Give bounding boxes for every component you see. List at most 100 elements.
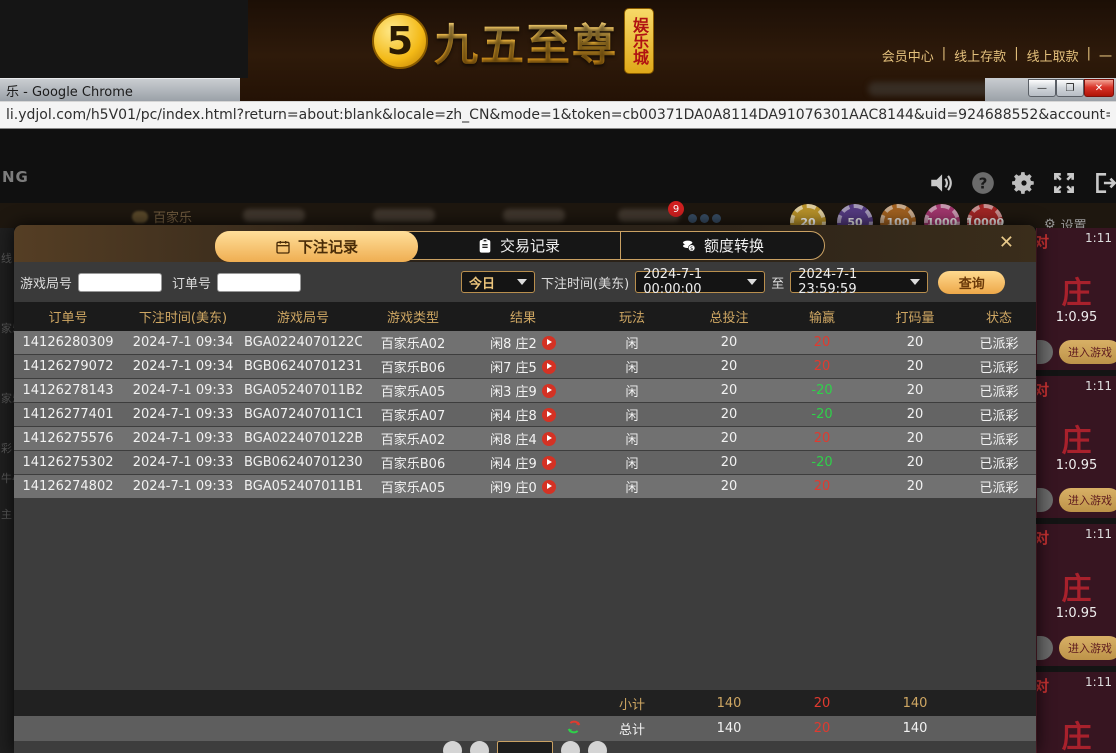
date-to-value: 2024-7-1 23:59:59: [798, 267, 903, 297]
cell-total-bet: 20: [682, 455, 776, 470]
table-row[interactable]: 14126280309 2024-7-1 09:34 BGA0224070122…: [14, 331, 1036, 354]
side-bet-card[interactable]: 对1:11庄1:0.95进入游戏: [1036, 228, 1116, 370]
subtotal-bet: 140: [682, 696, 776, 711]
tab-transaction-records[interactable]: 交易记录: [417, 232, 621, 259]
table-row[interactable]: 14126275302 2024-7-1 09:33 BGB0624070123…: [14, 451, 1036, 474]
date-from-value: 2024-7-1 00:00:00: [643, 267, 740, 297]
cell-result: 闲7 庄5: [464, 357, 582, 376]
search-button[interactable]: 查询: [938, 271, 1005, 294]
pair-odds: 1:11: [1085, 379, 1112, 400]
svg-text:$: $: [690, 246, 693, 252]
cell-bet-time: 2024-7-1 09:33: [122, 407, 244, 422]
banner-nav-link[interactable]: 一: [1099, 46, 1112, 65]
dim-dot: [688, 214, 697, 223]
coins-icon: $: [681, 238, 697, 254]
settings-gear-icon[interactable]: [1011, 170, 1037, 196]
side-bet-card[interactable]: 对1:11庄1:0.95进入游戏: [1036, 376, 1116, 518]
browser-titlebar[interactable]: 乐 - Google Chrome — ❐ ✕: [0, 78, 1116, 101]
banner-nav-link[interactable]: 线上取款: [1027, 46, 1079, 65]
replay-icon[interactable]: [542, 408, 556, 422]
cell-order-no: 14126274802: [14, 479, 122, 494]
subtotal-winloss: 20: [776, 696, 868, 711]
fullscreen-icon[interactable]: [1051, 170, 1077, 196]
help-icon[interactable]: ?: [970, 170, 996, 196]
refresh-swap-icon[interactable]: [566, 719, 582, 739]
site-logo-badge: 娱乐城: [624, 8, 654, 74]
game-round-input[interactable]: [78, 273, 162, 292]
cell-bet-time: 2024-7-1 09:33: [122, 431, 244, 446]
secondary-button[interactable]: [1036, 340, 1053, 364]
game-round-label: 游戏局号: [20, 273, 72, 292]
result-text: 闲4 庄9: [490, 453, 537, 472]
left-menu-strip: 线家乐家乐彩牛4主: [0, 228, 14, 753]
cell-winloss: -20: [776, 455, 868, 470]
enter-game-button[interactable]: 进入游戏: [1059, 636, 1116, 660]
cell-status: 已派彩: [962, 381, 1036, 400]
order-no-input[interactable]: [217, 273, 301, 292]
logo-coin-icon: 5: [372, 13, 428, 69]
replay-icon[interactable]: [542, 432, 556, 446]
side-bet-card[interactable]: 对1:11庄1:0.95进入游戏: [1036, 672, 1116, 753]
secondary-button[interactable]: [1036, 636, 1053, 660]
cell-turnover: 20: [868, 431, 962, 446]
pair-label: 对: [1036, 675, 1049, 696]
date-range-select[interactable]: 今日: [461, 271, 535, 293]
dialog-close-icon[interactable]: ✕: [999, 235, 1014, 251]
replay-icon[interactable]: [542, 360, 556, 374]
replay-icon[interactable]: [542, 384, 556, 398]
banner-nav-link[interactable]: 会员中心: [882, 46, 934, 65]
column-header: 状态: [962, 307, 1036, 326]
tab-bet-records[interactable]: 下注记录: [215, 231, 418, 262]
banner-nav-link[interactable]: 线上存款: [954, 46, 1006, 65]
cell-game-round: BGA052407011B1: [244, 479, 362, 494]
replay-icon[interactable]: [542, 336, 556, 350]
date-to-select[interactable]: 2024-7-1 23:59:59: [790, 271, 928, 293]
dim-dot: [700, 214, 709, 223]
browser-address-bar[interactable]: li.ydjol.com/h5V01/pc/index.html?return=…: [0, 101, 1116, 129]
cell-play-type: 闲: [582, 453, 682, 472]
pair-label: 对: [1036, 527, 1049, 548]
cell-turnover: 20: [868, 479, 962, 494]
table-row[interactable]: 14126274802 2024-7-1 09:33 BGA052407011B…: [14, 475, 1036, 498]
lobby-tab-blurred[interactable]: [373, 209, 435, 222]
tab-credit-transfer[interactable]: $ 额度转换: [621, 232, 824, 259]
volume-icon[interactable]: [928, 170, 954, 196]
replay-icon[interactable]: [542, 480, 556, 494]
window-maximize-button[interactable]: ❐: [1056, 79, 1084, 97]
enter-game-button[interactable]: 进入游戏: [1059, 488, 1116, 512]
date-from-select[interactable]: 2024-7-1 00:00:00: [635, 271, 765, 293]
tab-label: 额度转换: [704, 235, 764, 256]
replay-icon[interactable]: [542, 456, 556, 470]
lobby-tab-blurred[interactable]: [503, 209, 565, 222]
secondary-button[interactable]: [1036, 488, 1053, 512]
table-row[interactable]: 14126279072 2024-7-1 09:34 BGB0624070123…: [14, 355, 1036, 378]
lobby-tab-baccarat[interactable]: 百家乐: [132, 207, 192, 226]
cell-total-bet: 20: [682, 479, 776, 494]
side-bet-card[interactable]: 对1:11庄1:0.95进入游戏: [1036, 524, 1116, 666]
page-first-button[interactable]: [443, 741, 462, 753]
table-row[interactable]: 14126277401 2024-7-1 09:33 BGA072407011C…: [14, 403, 1036, 426]
cell-order-no: 14126275576: [14, 431, 122, 446]
cell-result: 闲4 庄9: [464, 453, 582, 472]
lobby-tab-blurred[interactable]: [243, 209, 305, 222]
window-close-button[interactable]: ✕: [1084, 79, 1114, 97]
page-next-button[interactable]: [561, 741, 580, 753]
total-label: 总计: [582, 719, 682, 738]
table-row[interactable]: 14126275576 2024-7-1 09:33 BGA0224070122…: [14, 427, 1036, 450]
page-number-input[interactable]: [497, 741, 553, 753]
cell-total-bet: 20: [682, 335, 776, 350]
cell-status: 已派彩: [962, 357, 1036, 376]
cell-winloss: 20: [776, 359, 868, 374]
exit-icon[interactable]: [1092, 170, 1116, 196]
cell-result: 闲3 庄9: [464, 381, 582, 400]
page-prev-button[interactable]: [470, 741, 489, 753]
svg-text:?: ?: [979, 174, 988, 192]
banker-label: 庄: [1037, 416, 1116, 460]
pagination: [14, 741, 1036, 753]
total-bet: 140: [682, 721, 776, 736]
enter-game-button[interactable]: 进入游戏: [1059, 340, 1116, 364]
table-row[interactable]: 14126278143 2024-7-1 09:33 BGA052407011B…: [14, 379, 1036, 402]
window-minimize-button[interactable]: —: [1028, 79, 1056, 97]
column-header: 总投注: [682, 307, 776, 326]
page-last-button[interactable]: [588, 741, 607, 753]
